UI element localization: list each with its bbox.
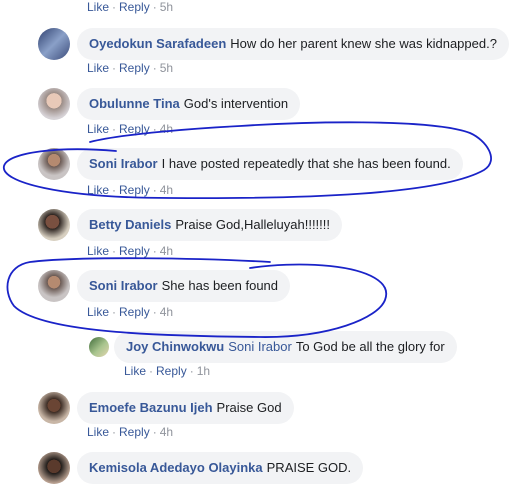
reply-link[interactable]: Reply: [156, 364, 187, 378]
comment-text: Praise God: [216, 400, 282, 415]
avatar[interactable]: [38, 148, 70, 180]
reply-link[interactable]: Reply: [119, 61, 150, 75]
comment-bubble: Emoefe Bazunu Ijeh Praise God: [77, 392, 294, 424]
comment-actions: Like · Reply · 4h: [87, 305, 174, 319]
reply-author[interactable]: Joy Chinwokwu: [126, 339, 224, 354]
timestamp: 4h: [159, 425, 174, 439]
avatar[interactable]: [38, 452, 70, 484]
comment-text: Praise God,Halleluyah!!!!!!!: [175, 217, 331, 232]
comment-author[interactable]: Oyedokun Sarafadeen: [89, 36, 226, 51]
comment-text: PRAISE GOD.: [266, 460, 352, 475]
avatar[interactable]: [89, 337, 109, 357]
reply-link[interactable]: Reply: [119, 122, 150, 136]
reply-link[interactable]: Reply: [119, 305, 150, 319]
comment-text: She has been found: [161, 278, 279, 293]
comment-text: God's intervention: [183, 96, 289, 111]
timestamp: 4h: [159, 244, 174, 258]
like-link[interactable]: Like: [87, 0, 109, 14]
comment-author[interactable]: Kemisola Adedayo Olayinka: [89, 460, 263, 475]
comment-text: I have posted repeatedly that she has be…: [161, 156, 451, 171]
timestamp: 1h: [196, 364, 211, 378]
avatar[interactable]: [38, 28, 70, 60]
comment-bubble: Obulunne Tina God's intervention: [77, 88, 301, 120]
comment-actions: Like · Reply · 5h: [87, 61, 174, 75]
comment-author[interactable]: Soni Irabor: [89, 156, 158, 171]
like-link[interactable]: Like: [87, 122, 109, 136]
avatar[interactable]: [38, 88, 70, 120]
comment-actions: Like · Reply · 4h: [87, 122, 174, 136]
avatar[interactable]: [38, 392, 70, 424]
comment-author[interactable]: Obulunne Tina: [89, 96, 180, 111]
reply-bubble: Joy Chinwokwu Soni Irabor To God be all th…: [114, 331, 457, 363]
timestamp: 4h: [159, 305, 174, 319]
timestamp: 4h: [159, 122, 174, 136]
like-link[interactable]: Like: [87, 425, 109, 439]
comment-author[interactable]: Betty Daniels: [89, 217, 171, 232]
comment-bubble: Betty Daniels Praise God,Halleluyah!!!!!!…: [77, 209, 343, 241]
comment-bubble: Kemisola Adedayo Olayinka PRAISE GOD.: [77, 452, 364, 484]
comment-actions: Like · Reply · 4h: [87, 183, 174, 197]
comment-author[interactable]: Soni Irabor: [89, 278, 158, 293]
comment-bubble: Soni Irabor She has been found: [77, 270, 291, 302]
comment-text: How do her parent knew she was kidnapped…: [230, 36, 497, 51]
avatar[interactable]: [38, 270, 70, 302]
comment-bubble: Soni Irabor I have posted repeatedly that…: [77, 148, 463, 180]
reply-link[interactable]: Reply: [119, 183, 150, 197]
like-link[interactable]: Like: [87, 183, 109, 197]
reply-text: To God be all the glory for: [295, 339, 445, 354]
like-link[interactable]: Like: [87, 61, 109, 75]
avatar[interactable]: [38, 209, 70, 241]
comment-bubble: Oyedokun Sarafadeen How do her parent kne…: [77, 28, 509, 60]
reply-link[interactable]: Reply: [119, 244, 150, 258]
comment-actions: Like · Reply · 4h: [87, 425, 174, 439]
like-link[interactable]: Like: [124, 364, 146, 378]
timestamp: 5h: [159, 0, 174, 14]
mention-link[interactable]: Soni Irabor: [228, 339, 292, 354]
like-link[interactable]: Like: [87, 244, 109, 258]
timestamp: 4h: [159, 183, 174, 197]
like-link[interactable]: Like: [87, 305, 109, 319]
reply-link[interactable]: Reply: [119, 425, 150, 439]
comment-actions: Like · Reply · 4h: [87, 244, 174, 258]
reply-link[interactable]: Reply: [119, 0, 150, 14]
comment-author[interactable]: Emoefe Bazunu Ijeh: [89, 400, 213, 415]
timestamp: 5h: [159, 61, 174, 75]
reply-actions: Like · Reply · 1h: [124, 364, 211, 378]
comment-actions-top: Like · Reply · 5h: [87, 0, 174, 14]
